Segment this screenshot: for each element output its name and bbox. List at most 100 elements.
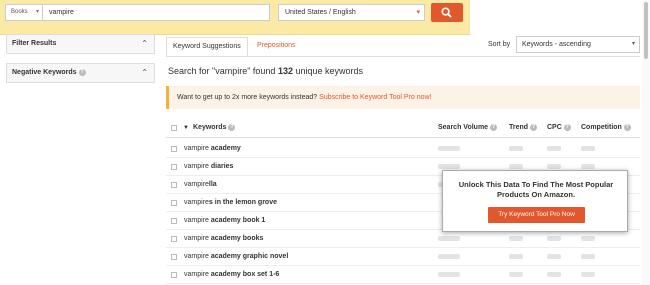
panel-title: Filter Results [12, 40, 57, 47]
filter-results-panel[interactable]: Filter Results ⌃ [6, 34, 155, 54]
keyword-prefix: vampire [184, 271, 209, 278]
blurred-cpc [547, 146, 561, 151]
blurred-competition [581, 164, 595, 169]
column-label: Keywords [193, 124, 227, 131]
results-summary: Search for "vampire" found 132 unique ke… [168, 66, 363, 76]
blurred-search-volume [438, 146, 460, 151]
keyword-prefix: vampire [184, 253, 209, 260]
column-competition[interactable]: Competition? [581, 118, 631, 138]
table-row: vampire academy [166, 140, 640, 158]
column-trend[interactable]: Trend? [509, 118, 538, 138]
sort-label: Sort by [488, 41, 511, 48]
upgrade-banner: Want to get up to 2x more keywords inste… [166, 86, 640, 109]
search-input[interactable]: vampire [43, 4, 270, 21]
keyword-prefix: vampire [184, 217, 209, 224]
keyword-suffix: academy books [208, 235, 264, 242]
blurred-competition [581, 236, 595, 241]
upsell-popup: Unlock This Data To Find The Most Popula… [442, 170, 628, 232]
help-icon[interactable]: ? [563, 123, 571, 131]
blurred-cpc [547, 254, 561, 259]
country-select[interactable]: United States / English ▾ [278, 4, 425, 21]
row-checkbox[interactable] [171, 182, 177, 188]
banner-text: Want to get up to 2x more keywords inste… [177, 94, 320, 101]
help-icon[interactable]: ? [78, 68, 86, 76]
panel-title: Negative Keywords [12, 69, 77, 76]
keyword-prefix: vampire [184, 163, 209, 170]
keyword-text[interactable]: vampire academy box set 1-6 [184, 266, 279, 283]
help-icon[interactable]: ? [530, 123, 538, 131]
column-label: CPC [547, 124, 562, 131]
tab-label: Prepositions [257, 42, 296, 49]
help-icon[interactable]: ? [623, 123, 631, 131]
table-row: vampire academy box set 1-6 [166, 266, 640, 284]
tab-divider [166, 56, 640, 57]
row-checkbox[interactable] [171, 146, 177, 152]
keyword-prefix: vampire [184, 145, 209, 152]
blurred-competition [581, 272, 595, 277]
blurred-cpc [547, 164, 561, 169]
try-pro-button[interactable]: Try Keyword Tool Pro Now [488, 207, 585, 223]
category-select[interactable]: Books ▾ [5, 4, 43, 21]
column-label: Competition [581, 124, 622, 131]
column-label: Search Volume [438, 124, 489, 131]
keyword-prefix: vampire [184, 181, 209, 188]
row-checkbox[interactable] [171, 254, 177, 260]
row-checkbox[interactable] [171, 164, 177, 170]
chevron-down-icon: ▾ [631, 41, 635, 47]
keyword-suffix: s in the lemon grove [208, 199, 277, 206]
table-header: ▼ Keywords? Search Volume? Trend? CPC? C… [166, 118, 640, 138]
keyword-text[interactable]: vampire diaries [184, 158, 233, 175]
negative-keywords-panel[interactable]: Negative Keywords? ⌃ [6, 63, 155, 83]
search-icon [441, 7, 452, 18]
blurred-competition [581, 146, 595, 151]
country-value: United States / English [285, 9, 356, 16]
keyword-suffix: academy book 1 [208, 217, 266, 224]
blurred-search-volume [438, 272, 460, 277]
row-checkbox[interactable] [171, 236, 177, 242]
column-cpc[interactable]: CPC? [547, 118, 571, 138]
column-label: Trend [509, 124, 529, 131]
blurred-cpc [547, 272, 561, 277]
keyword-text[interactable]: vampire academy book 1 [184, 212, 265, 229]
keyword-text[interactable]: vampire academy books [184, 230, 263, 247]
subscribe-link[interactable]: Subscribe to Keyword Tool Pro now! [319, 94, 431, 101]
row-checkbox[interactable] [171, 218, 177, 224]
summary-prefix: Search for "vampire" found [168, 66, 278, 76]
keyword-prefix: vampire [184, 199, 209, 206]
keyword-text[interactable]: vampire academy [184, 140, 241, 157]
help-icon[interactable]: ? [228, 123, 236, 131]
blurred-trend [509, 146, 523, 151]
keyword-suffix: academy [208, 145, 241, 152]
tab-prepositions[interactable]: Prepositions [251, 37, 302, 57]
chevron-down-icon: ▾ [416, 9, 420, 16]
keyword-text[interactable]: vampires in the lemon grove [184, 194, 277, 211]
blurred-cpc [547, 236, 561, 241]
search-button[interactable] [431, 3, 463, 22]
keyword-prefix: vampire [184, 235, 209, 242]
row-checkbox[interactable] [171, 272, 177, 278]
help-icon[interactable]: ? [490, 123, 498, 131]
blurred-trend [509, 236, 523, 241]
table-row: vampire academy books [166, 230, 640, 248]
chevron-up-icon: ⌃ [141, 39, 148, 48]
column-search-volume[interactable]: Search Volume? [438, 118, 498, 138]
chevron-down-icon: ▾ [35, 9, 39, 15]
keyword-text[interactable]: vampirella [184, 176, 217, 193]
search-query: vampire [49, 9, 74, 16]
search-toolbar: Books ▾ vampire United States / English … [0, 0, 470, 35]
blurred-search-volume [438, 236, 460, 241]
select-all-checkbox[interactable] [171, 125, 177, 131]
chevron-up-icon: ⌃ [141, 68, 148, 77]
row-checkbox[interactable] [171, 200, 177, 206]
sort-select[interactable]: Keywords - ascending ▾ [516, 36, 640, 53]
sort-desc-icon[interactable]: ▼ [183, 118, 189, 138]
tab-keyword-suggestions[interactable]: Keyword Suggestions [166, 37, 248, 57]
scrollbar-thumb[interactable] [644, 2, 648, 59]
blurred-competition [581, 254, 595, 259]
blurred-trend [509, 164, 523, 169]
column-keywords[interactable]: Keywords? [193, 118, 236, 138]
keyword-suffix: academy graphic novel [208, 253, 289, 260]
blurred-search-volume [438, 254, 460, 259]
table-row: vampire academy graphic novel [166, 248, 640, 266]
keyword-text[interactable]: vampire academy graphic novel [184, 248, 288, 265]
